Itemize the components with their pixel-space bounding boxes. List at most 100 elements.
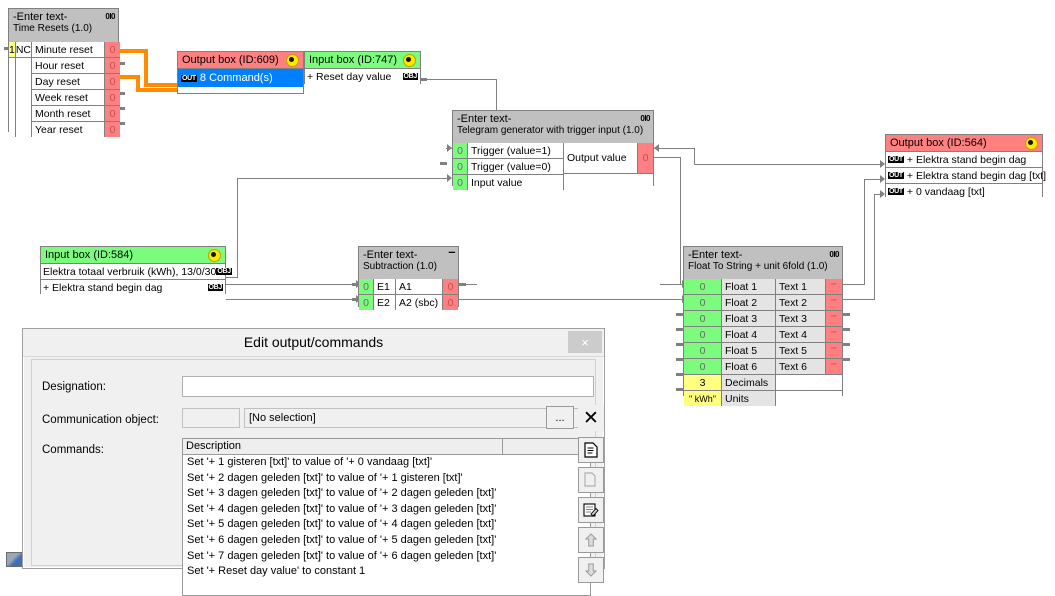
time-resets-label-3: Week reset: [32, 90, 106, 105]
browse-button[interactable]: ...: [546, 406, 574, 429]
node-subtraction[interactable]: -Enter text- Subtraction (1.0) – 0 E1 A1…: [358, 244, 459, 310]
table-row[interactable]: 0 E2 A2 (sbc) 0: [359, 294, 458, 310]
designation-input[interactable]: [182, 376, 594, 397]
communication-object-number-input[interactable]: [182, 408, 240, 428]
float-value-3: 0: [684, 327, 722, 342]
time-resets-label-1: Hour reset: [32, 58, 106, 73]
float-value-2: 0: [684, 311, 722, 326]
input-box-747-title-bar: Input box (ID:747): [305, 52, 420, 68]
wire-reset-to-trigger-h1: [420, 79, 497, 80]
stub-float5: [676, 343, 683, 346]
output-box-609-command-row[interactable]: OUT 8 Command(s): [178, 68, 303, 87]
float-label-4: Float 5: [722, 343, 776, 358]
table-row[interactable]: Minute reset 0: [32, 42, 121, 57]
time-resets-label-0: Minute reset: [32, 42, 106, 57]
text-value-1: "": [826, 295, 842, 310]
output-box-564-row-0[interactable]: OUT + Elektra stand begin dag: [886, 151, 1042, 167]
move-up-button[interactable]: [578, 527, 604, 553]
text-label-1: Text 2: [776, 295, 826, 310]
edit-command-button[interactable]: [578, 497, 604, 523]
table-row[interactable]: 0 Float 2 Text 2 "": [684, 294, 842, 310]
telegram-outputs: Output value 0: [564, 143, 653, 190]
move-down-button[interactable]: [578, 557, 604, 583]
float-label-3: Float 4: [722, 327, 776, 342]
table-row[interactable]: 0 Input value: [453, 174, 563, 190]
list-item[interactable]: Set '+ 1 gisteren [txt]' to value of '+ …: [183, 455, 590, 471]
designation-label: Designation:: [42, 381, 106, 393]
list-item[interactable]: Set '+ 7 dagen geleden [txt]' to value o…: [183, 549, 590, 565]
node-time-resets[interactable]: -Enter text- Time Resets (1.0) 0I0 1 NC …: [8, 8, 121, 137]
telegram-generator-title: -Enter text-: [457, 113, 512, 125]
table-row[interactable]: Month reset 0: [32, 105, 121, 121]
table-row-units[interactable]: " kWh" Units: [684, 390, 842, 406]
output-box-564-row-2[interactable]: OUT + 0 vandaag [txt]: [886, 183, 1042, 199]
subtraction-badge: –: [448, 244, 455, 259]
node-input-box-747[interactable]: Input box (ID:747) + Reset day value OBJ: [304, 51, 421, 84]
output-box-564-row-1[interactable]: OUT + Elektra stand begin dag [txt]: [886, 167, 1046, 183]
table-row[interactable]: 0 E1 A1 0: [359, 279, 458, 294]
new-command-button[interactable]: [578, 437, 604, 463]
stub-747-out: [420, 78, 427, 81]
subtraction-in-0: E1: [374, 279, 396, 294]
column-header-blank[interactable]: [503, 439, 590, 454]
commands-list-wrapper[interactable]: Description Set '+ 1 gisteren [txt]' to …: [182, 438, 591, 596]
list-item[interactable]: Set '+ 3 dagen geleden [txt]' to value o…: [183, 486, 590, 502]
diagram-canvas[interactable]: -Enter text- Time Resets (1.0) 0I0 1 NC …: [0, 0, 1055, 596]
table-row[interactable]: 0 Float 5 Text 5 "": [684, 342, 842, 358]
text-label-0: Text 1: [776, 279, 826, 294]
edit-output-commands-dialog[interactable]: Edit output/commands × Designation: Comm…: [22, 328, 605, 596]
table-row-decimals[interactable]: 3 Decimals: [684, 374, 842, 390]
list-item[interactable]: Set '+ Reset day value' to constant 1: [183, 564, 590, 580]
input-584-bullet-icon: [208, 248, 221, 262]
time-resets-value-4: 0: [105, 106, 121, 121]
node-input-box-584[interactable]: Input box (ID:584) Elektra totaal verbru…: [40, 246, 232, 295]
text-label-4: Text 5: [776, 343, 826, 358]
table-row[interactable]: 0 Float 3 Text 3 "": [684, 310, 842, 326]
float-value-0: 0: [684, 279, 722, 294]
table-row[interactable]: Day reset 0: [32, 73, 121, 89]
table-row[interactable]: 0 Float 6 Text 6 "": [684, 358, 842, 374]
stub-float3: [676, 313, 683, 316]
clear-button[interactable]: ✕: [578, 405, 604, 431]
communication-object-value[interactable]: [No selection]: [244, 408, 591, 428]
copy-command-button[interactable]: [578, 467, 604, 493]
subtraction-out-1: A2 (sbc): [396, 295, 443, 310]
decimals-label: Decimals: [722, 375, 776, 390]
input-box-584-row-1[interactable]: + Elektra stand begin dag OBJ: [41, 279, 225, 295]
input-box-584-row-0[interactable]: Elektra totaal verbruik (kWh), 13/0/30 O…: [41, 263, 232, 279]
table-row[interactable]: Week reset 0: [32, 89, 121, 105]
telegram-inputs: 0 Trigger (value=1) 0 Trigger (value=0) …: [453, 143, 564, 190]
output-box-609-title: Output box (ID:609): [182, 54, 279, 66]
wire-584-to-e1: [226, 284, 358, 285]
list-item[interactable]: Set '+ 2 dagen geleden [txt]' to value o…: [183, 471, 590, 487]
table-row[interactable]: Year reset 0: [32, 121, 121, 137]
telegram-in-value-0: 0: [453, 143, 468, 158]
input-box-747-row[interactable]: + Reset day value OBJ: [305, 68, 420, 84]
list-item[interactable]: Set '+ 5 dagen geleden [txt]' to value o…: [183, 517, 590, 533]
node-output-box-564[interactable]: Output box (ID:564) OUT + Elektra stand …: [885, 134, 1046, 199]
node-time-resets-badge: 0I0: [105, 12, 115, 21]
node-float-to-string[interactable]: -Enter text- Float To String + unit 6fol…: [683, 246, 843, 406]
node-time-resets-header: -Enter text- Time Resets (1.0) 0I0: [9, 9, 118, 42]
node-telegram-generator[interactable]: -Enter text- Telegram generator with tri…: [452, 110, 654, 190]
wire-584-to-e2: [226, 299, 358, 300]
table-row[interactable]: 0 Float 1 Text 1 "": [684, 279, 842, 294]
table-row[interactable]: Output value 0: [564, 143, 653, 174]
table-row[interactable]: 0 Trigger (value=0): [453, 158, 563, 174]
wire-telegram-out-v2: [680, 157, 681, 284]
close-icon[interactable]: ×: [568, 331, 602, 353]
output-box-564-label-2: + 0 vandaag [txt]: [906, 185, 985, 198]
list-item[interactable]: Set '+ 4 dagen geleden [txt]' to value o…: [183, 502, 590, 518]
telegram-out-filler: [564, 174, 653, 190]
wire-text1-v: [864, 180, 865, 285]
commands-list[interactable]: Description Set '+ 1 gisteren [txt]' to …: [182, 438, 591, 596]
table-row[interactable]: 0 Trigger (value=1): [453, 143, 563, 158]
node-output-box-609[interactable]: Output box (ID:609) OUT 8 Command(s): [177, 51, 304, 94]
list-item[interactable]: Set '+ 6 dagen geleden [txt]' to value o…: [183, 533, 590, 549]
output-box-564-title-bar: Output box (ID:564): [886, 135, 1042, 151]
subtraction-in-1: E2: [374, 295, 396, 310]
column-header-description[interactable]: Description: [183, 439, 503, 454]
stub-float4: [676, 328, 683, 331]
table-row[interactable]: Hour reset 0: [32, 57, 121, 73]
table-row[interactable]: 0 Float 4 Text 4 "": [684, 326, 842, 342]
